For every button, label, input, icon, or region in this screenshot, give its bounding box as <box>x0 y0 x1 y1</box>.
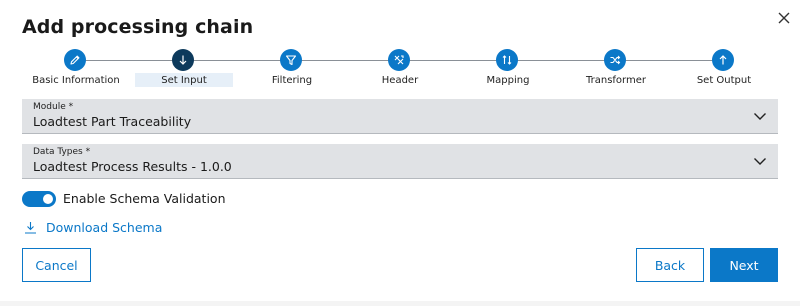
shuffle-icon <box>604 49 626 71</box>
step-transformer[interactable]: Transformer <box>556 48 676 92</box>
step-set-input[interactable]: Set Input <box>124 48 244 92</box>
dialog-title: Add processing chain <box>22 16 254 38</box>
step-label: Set Input <box>161 75 207 86</box>
cancel-button[interactable]: Cancel <box>22 248 91 282</box>
arrow-down-icon <box>172 49 194 71</box>
toggle-knob <box>43 194 53 204</box>
mapping-icon <box>496 49 518 71</box>
module-value: Loadtest Part Traceability <box>33 114 192 129</box>
pencil-icon <box>64 49 86 71</box>
step-set-output[interactable]: Set Output <box>664 48 784 92</box>
header-icon <box>388 49 410 71</box>
schema-validation-toggle[interactable] <box>22 191 56 207</box>
data-types-select[interactable]: Data Types * Loadtest Process Results - … <box>22 144 778 179</box>
module-label: Module * <box>33 102 74 112</box>
download-icon <box>25 222 36 234</box>
arrow-up-icon <box>712 49 734 71</box>
module-select[interactable]: Module * Loadtest Part Traceability <box>22 99 778 134</box>
step-label: Transformer <box>585 75 646 86</box>
step-mapping[interactable]: Mapping <box>448 48 568 92</box>
step-basic-information[interactable]: Basic Information <box>16 48 136 92</box>
step-label: Header <box>381 75 419 86</box>
filter-icon <box>280 49 302 71</box>
stepper: Basic Information Set Input Filtering He… <box>0 48 800 92</box>
back-button[interactable]: Back <box>636 248 704 282</box>
chevron-down-icon <box>752 153 768 169</box>
schema-validation-label: Enable Schema Validation <box>63 191 226 206</box>
add-processing-chain-dialog: Add processing chain Basic Information S… <box>0 0 800 306</box>
step-label: Basic Information <box>32 75 120 86</box>
data-types-label: Data Types * <box>33 147 91 157</box>
step-filtering[interactable]: Filtering <box>232 48 352 92</box>
step-header[interactable]: Header <box>340 48 460 92</box>
next-button[interactable]: Next <box>710 248 778 282</box>
chevron-down-icon <box>752 108 768 124</box>
close-icon[interactable] <box>774 8 794 28</box>
step-label: Set Output <box>696 75 752 86</box>
download-schema-label: Download Schema <box>46 220 163 235</box>
step-label: Filtering <box>271 75 313 86</box>
data-types-value: Loadtest Process Results - 1.0.0 <box>33 159 232 174</box>
step-label: Mapping <box>486 75 530 86</box>
dialog-bottom-edge <box>0 301 800 306</box>
